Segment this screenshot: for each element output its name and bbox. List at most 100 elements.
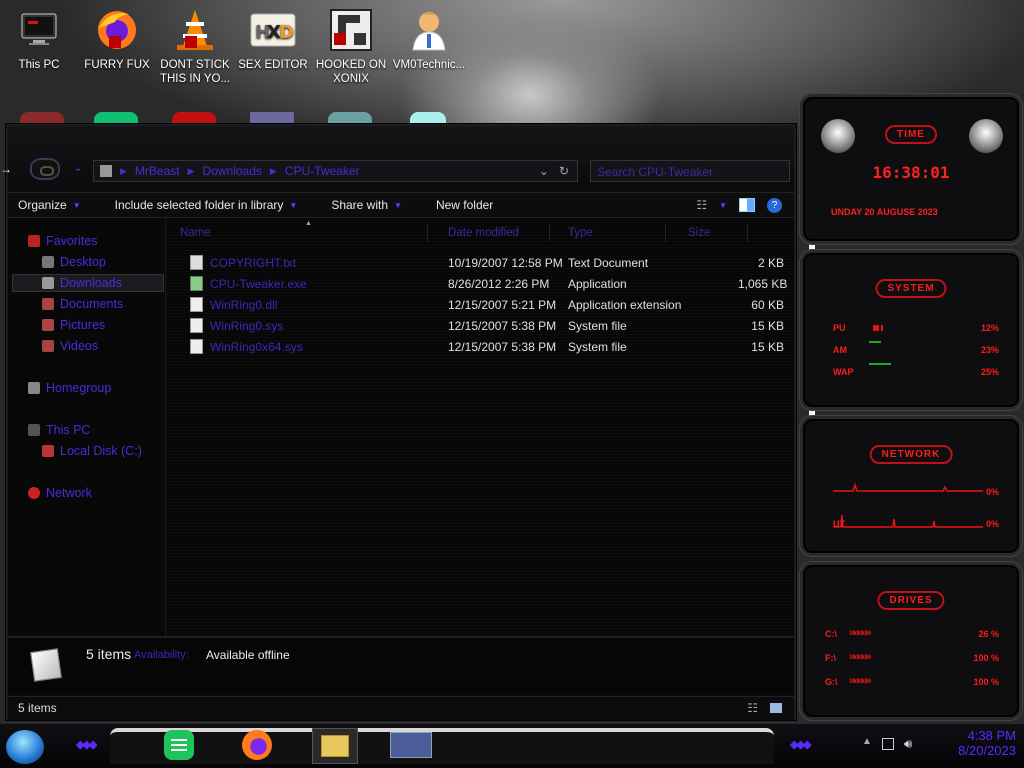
breadcrumb-item[interactable]: Downloads bbox=[203, 164, 262, 178]
address-bar[interactable]: ▶ MrBeast ▶ Downloads ▶ CPU-Tweaker ⌄ ↻ bbox=[93, 160, 578, 182]
file-row[interactable]: WinRing0x64.sys 12/15/2007 5:38 PM System … bbox=[178, 338, 784, 356]
share-with-button[interactable]: Share with ▼ bbox=[321, 198, 412, 212]
chevron-right-icon[interactable]: ▶ bbox=[270, 166, 277, 177]
include-in-library-button[interactable]: Include selected folder in library ▼ bbox=[105, 198, 308, 212]
drive-usage-bar: »»»»» bbox=[849, 651, 872, 663]
file-row[interactable]: WinRing0.sys 12/15/2007 5:38 PM System fil… bbox=[178, 317, 784, 335]
text-file-icon bbox=[190, 255, 203, 270]
file-row[interactable]: COPYRIGHT.txt 10/19/2007 12:58 PM Text Doc… bbox=[178, 254, 784, 272]
network-gadget[interactable]: NETWORK UT 0% 0% bbox=[800, 416, 1022, 556]
mouse-cursor-icon: → bbox=[0, 162, 12, 176]
recent-locations-dropdown-icon[interactable]: ⌄ bbox=[74, 163, 82, 174]
cpu-label: PU bbox=[833, 323, 846, 333]
drive-usage-bar: »»»»» bbox=[849, 675, 872, 687]
file-size: 2 KB bbox=[757, 256, 784, 270]
desktop-icon-label: FURRY FUX bbox=[84, 59, 150, 71]
drive-label: F:\ bbox=[825, 653, 836, 663]
command-bar: Organize ▼ Include selected folder in lib… bbox=[8, 192, 794, 218]
control-panel-taskbar-icon[interactable] bbox=[390, 732, 432, 758]
folder-icon bbox=[100, 165, 112, 177]
breadcrumb-item[interactable]: MrBeast bbox=[135, 164, 180, 178]
nav-item-network[interactable]: Network bbox=[28, 486, 92, 500]
preview-pane-icon[interactable] bbox=[739, 198, 755, 212]
desktop-icon-label: SEX EDITOR bbox=[238, 59, 308, 71]
nav-label: Favorites bbox=[46, 234, 98, 248]
help-icon[interactable]: ? bbox=[767, 197, 782, 213]
file-date: 12/15/2007 5:38 PM bbox=[448, 340, 557, 354]
nav-label: Desktop bbox=[60, 255, 106, 269]
file-explorer-taskbar-button[interactable] bbox=[312, 728, 358, 764]
chevron-down-icon[interactable]: ▼ bbox=[719, 201, 727, 210]
network-tray-icon[interactable] bbox=[882, 738, 894, 750]
search-input[interactable]: Search CPU-Tweaker bbox=[590, 160, 790, 182]
nav-item-documents[interactable]: Documents bbox=[42, 297, 123, 311]
details-view-icon[interactable]: ☷ bbox=[747, 701, 758, 715]
status-bar: 5 items ☷ bbox=[8, 696, 794, 720]
file-row[interactable]: WinRing0.dll 12/15/2007 5:21 PM Applicatio… bbox=[178, 296, 784, 314]
nav-label: Homegroup bbox=[46, 381, 112, 395]
drives-gadget[interactable]: DRIVES C:\ »»»»» 26 % F:\ »»»»» 100 % G:… bbox=[800, 562, 1022, 720]
game-icon bbox=[327, 6, 375, 54]
details-pane: 5 items Availability: Available offline bbox=[8, 636, 794, 694]
file-row[interactable]: CPU-Tweaker.exe 8/26/2012 2:26 PM Applicat… bbox=[178, 275, 787, 293]
file-type: Application bbox=[568, 277, 627, 291]
desktop-icon-furry-fux[interactable]: FURRY FUX bbox=[78, 6, 156, 72]
nav-item-videos[interactable]: Videos bbox=[42, 339, 98, 353]
desktop-icon-this-pc[interactable]: This PC bbox=[0, 6, 78, 72]
column-header-name[interactable]: Name bbox=[174, 224, 428, 242]
star-icon bbox=[28, 235, 40, 247]
desktop-icon-xonix[interactable]: HOOKED ON XONIX bbox=[312, 6, 390, 86]
desktop-icon-label: DONT STICK THIS IN YO... bbox=[159, 59, 231, 85]
desktop-icon-vlc[interactable]: DONT STICK THIS IN YO... bbox=[156, 6, 234, 86]
view-options-icon[interactable]: ☷ bbox=[696, 198, 707, 212]
new-folder-button[interactable]: New folder bbox=[426, 198, 503, 212]
system-clock[interactable]: 4:38 PM 8/20/2023 bbox=[958, 728, 1016, 758]
nav-item-local-disk[interactable]: Local Disk (C:) bbox=[42, 444, 142, 458]
desktop-icon-sex-editor[interactable]: HXD SEX EDITOR bbox=[234, 6, 312, 72]
time-gadget[interactable]: TIME 16:38:01 UNDAY 20 AUGUSE 2023 bbox=[800, 94, 1022, 244]
file-date: 8/26/2012 2:26 PM bbox=[448, 277, 550, 291]
drive-value: 100 % bbox=[973, 677, 999, 687]
breadcrumb-item[interactable]: CPU-Tweaker bbox=[285, 164, 360, 178]
documents-folder-icon bbox=[42, 298, 54, 310]
vlc-cone-icon bbox=[171, 6, 219, 54]
file-date: 10/19/2007 12:58 PM bbox=[448, 256, 563, 270]
column-header-date[interactable]: Date modified bbox=[442, 224, 550, 242]
chevron-down-icon[interactable]: ⌄ bbox=[539, 164, 549, 178]
desktop-icon-label: HOOKED ON XONIX bbox=[315, 59, 387, 85]
nav-item-this-pc[interactable]: This PC bbox=[28, 423, 90, 437]
firefox-icon bbox=[93, 6, 141, 54]
desktop-icon-vm0technic[interactable]: VM0Technic... bbox=[390, 6, 468, 72]
cpu-usage-bar bbox=[873, 325, 883, 331]
system-gadget[interactable]: SYSTEM PU 12% AM 23% WAP 25% bbox=[800, 250, 1022, 410]
nav-item-favorites[interactable]: Favorites bbox=[28, 234, 97, 248]
system-file-icon bbox=[190, 339, 203, 354]
chevron-down-icon: ▼ bbox=[394, 200, 402, 210]
nav-item-pictures[interactable]: Pictures bbox=[42, 318, 105, 332]
firefox-taskbar-icon[interactable] bbox=[242, 730, 272, 760]
column-header-size[interactable]: Size bbox=[682, 224, 748, 242]
system-file-icon bbox=[190, 318, 203, 333]
start-button[interactable] bbox=[6, 730, 44, 764]
nav-item-homegroup[interactable]: Homegroup bbox=[28, 381, 111, 395]
organize-button[interactable]: Organize ▼ bbox=[8, 198, 91, 212]
chevron-down-icon: ▼ bbox=[289, 200, 298, 210]
notes-app-icon[interactable] bbox=[164, 730, 194, 760]
nav-item-downloads[interactable]: Downloads bbox=[42, 276, 122, 290]
nav-label: This PC bbox=[46, 423, 91, 437]
file-size: 15 KB bbox=[751, 340, 784, 354]
large-icons-view-icon[interactable] bbox=[770, 703, 782, 713]
availability-value: Available offline bbox=[206, 648, 290, 662]
dll-file-icon bbox=[190, 297, 203, 312]
organize-label: Organize bbox=[18, 198, 67, 212]
chevron-down-icon: ▼ bbox=[72, 200, 81, 210]
refresh-icon[interactable]: ↻ bbox=[559, 164, 569, 178]
nav-item-desktop[interactable]: Desktop bbox=[42, 255, 106, 269]
chevron-right-icon[interactable]: ▶ bbox=[188, 166, 195, 177]
back-forward-button[interactable] bbox=[30, 158, 60, 180]
volume-icon[interactable]: 🔊︎ bbox=[904, 736, 912, 752]
show-hidden-icons-icon[interactable]: ▲ bbox=[862, 736, 872, 747]
nav-label: Documents bbox=[60, 297, 124, 311]
chevron-right-icon[interactable]: ▶ bbox=[120, 166, 127, 177]
column-header-type[interactable]: Type bbox=[562, 224, 666, 242]
